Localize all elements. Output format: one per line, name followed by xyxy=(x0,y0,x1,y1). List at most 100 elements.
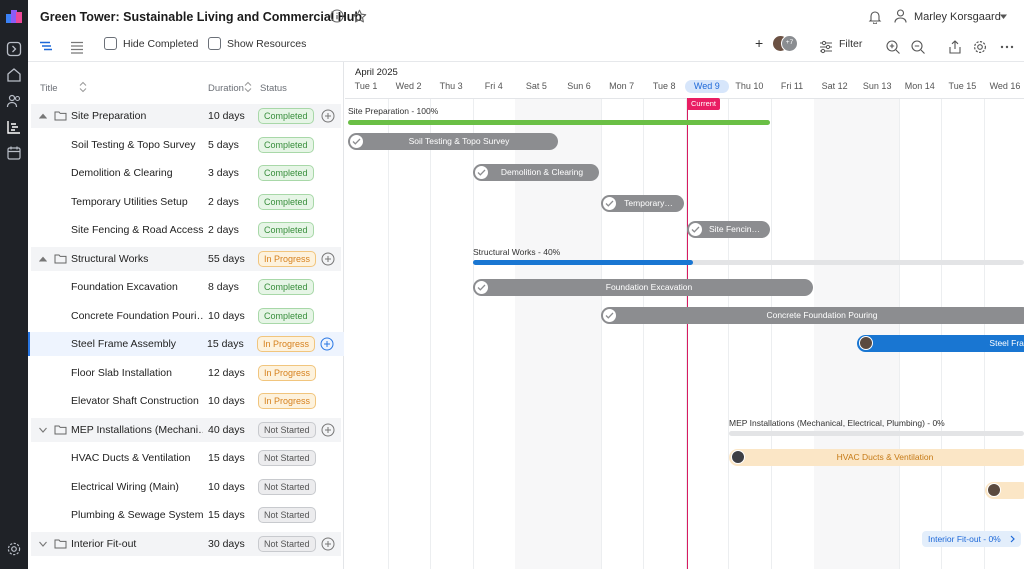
task-group-row[interactable]: MEP Installations (Mechani… 40 days Not St… xyxy=(31,417,341,442)
status-badge[interactable]: Completed xyxy=(258,165,314,181)
task-bar-concrete-foundation[interactable]: Concrete Foundation Pouring xyxy=(601,307,1024,324)
status-badge[interactable]: In Progress xyxy=(258,364,317,381)
task-bar-electrical-wiring[interactable] xyxy=(985,482,1024,499)
info-icon[interactable] xyxy=(330,9,344,23)
column-header-duration[interactable]: Duration xyxy=(208,83,244,94)
status-badge[interactable]: In Progress xyxy=(257,336,316,352)
status-badge[interactable]: Completed xyxy=(258,307,314,324)
chevron-down-icon[interactable] xyxy=(39,541,47,547)
status-badge[interactable]: In Progress xyxy=(258,393,317,409)
status-badge[interactable]: Completed xyxy=(258,279,314,295)
filter-button[interactable]: Filter xyxy=(839,38,862,50)
task-bar-temporary-utilities[interactable]: Temporary… xyxy=(601,195,684,212)
show-resources-checkbox[interactable] xyxy=(208,37,221,50)
task-row[interactable]: Floor Slab Installation 12 days In Progres… xyxy=(31,361,341,385)
user-menu-name[interactable]: Marley Korsgaard xyxy=(914,11,1001,23)
task-title[interactable]: HVAC Ducts & Ventilation xyxy=(71,452,203,464)
status-badge[interactable]: Not Started xyxy=(258,507,316,523)
add-task-icon[interactable] xyxy=(321,537,335,551)
chevron-down-icon[interactable] xyxy=(39,427,47,433)
task-title[interactable]: Electrical Wiring (Main) xyxy=(71,481,203,493)
task-title[interactable]: Plumbing & Sewage Systems xyxy=(71,509,203,521)
task-group-row[interactable]: Interior Fit-out 30 days Not Started xyxy=(31,531,341,556)
task-title[interactable]: Steel Frame Assembly xyxy=(71,338,203,350)
task-row[interactable]: Site Fencing & Road Access 2 days Complete… xyxy=(31,218,341,242)
task-title[interactable]: Elevator Shaft Construction xyxy=(71,395,203,407)
task-row[interactable]: HVAC Ducts & Ventilation 15 days Not Start… xyxy=(31,446,341,470)
notifications-bell-icon[interactable] xyxy=(868,9,882,24)
settings-gear-icon[interactable] xyxy=(6,541,22,557)
add-task-icon[interactable] xyxy=(321,109,335,123)
column-header-title[interactable]: Title xyxy=(40,83,58,94)
interior-fitout-pill[interactable]: Interior Fit-out - 0% xyxy=(922,531,1021,547)
task-bar-foundation-excavation[interactable]: Foundation Excavation xyxy=(473,279,813,296)
task-title[interactable]: Concrete Foundation Pouri… xyxy=(71,310,203,322)
task-row[interactable]: Temporary Utilities Setup 2 days Completed xyxy=(31,190,341,214)
sort-icon[interactable] xyxy=(79,81,87,93)
add-member-icon[interactable]: + xyxy=(755,35,763,51)
task-title[interactable]: Site Preparation xyxy=(71,110,203,122)
task-row[interactable]: Concrete Foundation Pouri… 10 days Complet… xyxy=(31,304,341,328)
add-task-icon[interactable] xyxy=(321,423,335,437)
task-title[interactable]: Temporary Utilities Setup xyxy=(71,196,203,208)
task-row[interactable]: Plumbing & Sewage Systems 15 days Not Star… xyxy=(31,503,341,527)
more-options-icon[interactable] xyxy=(999,39,1015,55)
task-title[interactable]: Soil Testing & Topo Survey xyxy=(71,139,203,151)
task-row[interactable]: Foundation Excavation 8 days Completed xyxy=(31,275,341,299)
team-avatars[interactable]: +7 xyxy=(772,35,798,52)
calendar-icon[interactable] xyxy=(6,145,22,161)
status-badge[interactable]: In Progress xyxy=(258,250,317,267)
sort-icon[interactable] xyxy=(244,81,252,93)
status-badge[interactable]: Completed xyxy=(258,108,314,124)
list-view-icon[interactable] xyxy=(69,39,85,55)
status-badge[interactable]: Not Started xyxy=(258,421,316,438)
add-task-icon[interactable] xyxy=(321,252,335,266)
favorite-star-icon[interactable] xyxy=(352,9,367,24)
status-badge[interactable]: Completed xyxy=(258,222,314,238)
expand-panel-icon[interactable] xyxy=(6,41,22,57)
status-badge[interactable]: Not Started xyxy=(258,535,316,552)
people-icon[interactable] xyxy=(6,93,22,109)
task-bar-demolition[interactable]: Demolition & Clearing xyxy=(473,164,599,181)
zoom-in-icon[interactable] xyxy=(885,39,901,55)
status-badge[interactable]: Completed xyxy=(258,136,314,153)
hide-completed-label[interactable]: Hide Completed xyxy=(123,38,198,50)
hide-completed-checkbox[interactable] xyxy=(104,37,117,50)
task-row[interactable]: Demolition & Clearing 3 days Completed xyxy=(31,161,341,185)
task-title[interactable]: Foundation Excavation xyxy=(71,281,203,293)
task-title[interactable]: Site Fencing & Road Access xyxy=(71,224,203,236)
task-title[interactable]: Floor Slab Installation xyxy=(71,367,203,379)
chevron-up-icon[interactable] xyxy=(39,113,47,119)
gantt-view-icon[interactable] xyxy=(6,119,22,135)
task-title[interactable]: Demolition & Clearing xyxy=(71,167,203,179)
task-bar-hvac[interactable]: HVAC Ducts & Ventilation xyxy=(729,449,1024,466)
task-group-row[interactable]: Structural Works 55 days In Progress xyxy=(31,246,341,271)
task-row[interactable]: Steel Frame Assembly 15 days In Progress xyxy=(28,332,344,356)
task-group-row[interactable]: Site Preparation 10 days Completed xyxy=(31,104,341,128)
task-bar-steel-frame[interactable]: Steel Fram xyxy=(857,335,1024,352)
chevron-up-icon[interactable] xyxy=(39,256,47,262)
show-resources-label[interactable]: Show Resources xyxy=(227,38,306,50)
home-icon[interactable] xyxy=(6,67,22,83)
task-title[interactable]: Structural Works xyxy=(71,253,203,265)
task-bar-soil-testing[interactable]: Soil Testing & Topo Survey xyxy=(348,133,558,150)
task-row[interactable]: Electrical Wiring (Main) 10 days Not Start… xyxy=(31,475,341,499)
app-logo-icon[interactable] xyxy=(5,8,23,24)
zoom-out-icon[interactable] xyxy=(910,39,926,55)
task-row[interactable]: Elevator Shaft Construction 10 days In Pro… xyxy=(31,389,341,413)
status-badge[interactable]: Completed xyxy=(258,193,314,210)
tree-view-icon[interactable] xyxy=(38,39,54,55)
task-bar-site-fencing[interactable]: Site Fencin… xyxy=(687,221,770,238)
task-title[interactable]: Interior Fit-out xyxy=(71,538,203,550)
chevron-down-icon[interactable] xyxy=(999,13,1008,20)
column-header-status[interactable]: Status xyxy=(260,83,287,94)
status-badge[interactable]: Not Started xyxy=(258,478,316,495)
filter-sliders-icon[interactable] xyxy=(818,39,834,55)
status-badge[interactable]: Not Started xyxy=(258,450,316,466)
share-export-icon[interactable] xyxy=(947,39,963,55)
task-row[interactable]: Soil Testing & Topo Survey 5 days Complete… xyxy=(31,133,341,157)
task-title[interactable]: MEP Installations (Mechani… xyxy=(71,424,203,436)
settings-icon[interactable] xyxy=(972,39,988,55)
day-gridline xyxy=(600,98,602,569)
add-task-icon[interactable] xyxy=(320,337,334,351)
